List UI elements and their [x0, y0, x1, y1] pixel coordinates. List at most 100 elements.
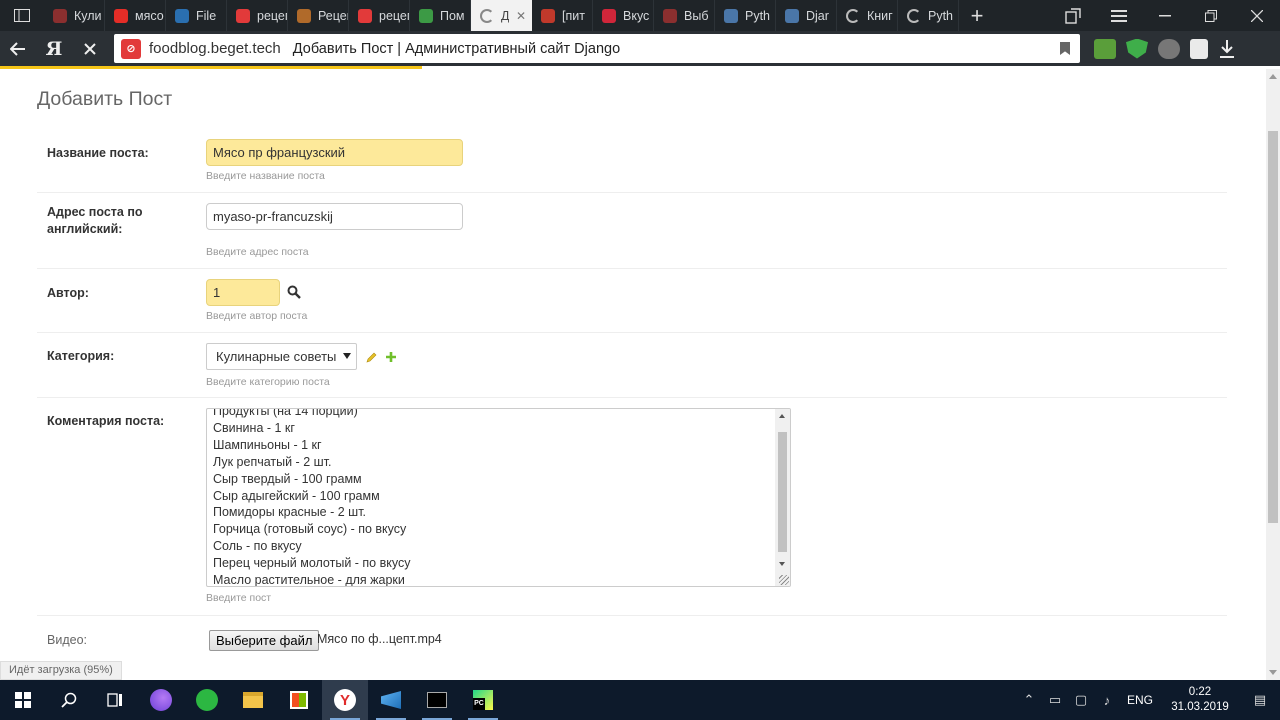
window-controls — [1050, 0, 1280, 31]
address-bar[interactable]: ⊘ foodblog.beget.tech Добавить Пост | Ад… — [114, 34, 1080, 63]
slug-label: Адрес поста по английский: — [47, 205, 143, 236]
title-input[interactable]: Мясо пр французский — [206, 139, 463, 166]
arrow-left-icon — [10, 41, 25, 56]
browser-tab[interactable]: File — [166, 0, 227, 31]
comment-line: Сыр твердый - 100 грамм — [213, 471, 362, 486]
back-button[interactable] — [0, 31, 36, 66]
form-row-title: Название поста: Мясо пр французский Введ… — [37, 132, 1227, 193]
scroll-up-icon[interactable] — [1269, 74, 1277, 79]
explorer-button[interactable] — [230, 680, 276, 720]
close-icon — [84, 42, 96, 55]
category-selected-value: Кулинарные советы — [216, 349, 337, 364]
tab-list-button[interactable] — [0, 0, 44, 31]
yandex-home-button[interactable]: Я — [36, 31, 72, 66]
language-indicator[interactable]: ENG — [1120, 693, 1160, 707]
store-button[interactable] — [276, 680, 322, 720]
browser-tab[interactable]: рецеп — [349, 0, 410, 31]
browser-tab[interactable]: Вкус — [593, 0, 654, 31]
resize-grip-icon[interactable] — [779, 575, 789, 585]
network-icon[interactable]: ▢ — [1068, 692, 1094, 708]
extensions-area — [1094, 38, 1240, 59]
power-icon[interactable]: ▭ — [1042, 692, 1068, 708]
browser-tab[interactable]: Pyth — [898, 0, 959, 31]
browser-tab[interactable]: Пом — [410, 0, 471, 31]
skull-icon — [53, 8, 67, 23]
downloads-icon[interactable] — [1218, 39, 1240, 59]
edit-pencil-icon[interactable] — [366, 351, 378, 363]
tabs-panel-icon — [14, 9, 30, 22]
chevron-down-icon — [343, 353, 351, 359]
scroll-down-icon[interactable] — [779, 562, 785, 566]
tab-title: мясо — [135, 8, 164, 23]
site-protect-icon[interactable]: ⊘ — [121, 38, 141, 59]
start-button[interactable] — [0, 680, 46, 720]
comment-line: Продукты (на 14 порции) — [213, 408, 358, 418]
volume-icon[interactable]: ♪ — [1094, 693, 1120, 708]
pycharm-button[interactable]: PC — [460, 680, 506, 720]
close-tab-icon[interactable]: ✕ — [516, 9, 532, 23]
share-button[interactable] — [1050, 7, 1096, 24]
shield-icon[interactable] — [1126, 38, 1148, 59]
search-icon[interactable] — [287, 285, 301, 299]
page-title: Добавить Пост — [37, 88, 173, 110]
tab-title: рецепт — [257, 8, 287, 23]
browser-tab[interactable]: Книг — [837, 0, 898, 31]
pocket-icon[interactable] — [1158, 38, 1180, 59]
browser-tab[interactable]: Djar — [776, 0, 837, 31]
alice-icon — [150, 689, 172, 711]
title-label: Название поста: — [47, 146, 149, 160]
browser-tab[interactable]: Выб — [654, 0, 715, 31]
video-label: Видео: — [47, 633, 87, 647]
menu-button[interactable] — [1096, 9, 1142, 22]
pycharm-icon: PC — [473, 690, 493, 710]
page-scroll-thumb[interactable] — [1268, 131, 1278, 523]
browser-tab[interactable]: мясо — [105, 0, 166, 31]
minimize-button[interactable] — [1142, 14, 1188, 17]
scroll-down-icon[interactable] — [1269, 670, 1277, 675]
comment-line: Лук репчатый - 2 шт. — [213, 454, 332, 469]
close-window-button[interactable] — [1234, 9, 1280, 22]
browser-tab[interactable]: Кули — [44, 0, 105, 31]
tab-title: Выб — [684, 8, 709, 23]
add-plus-icon[interactable] — [385, 351, 397, 363]
clock[interactable]: 0:22 31.03.2019 — [1160, 685, 1240, 715]
browser-tab[interactable]: Рецеп — [288, 0, 349, 31]
browser-tab[interactable]: Pyth — [715, 0, 776, 31]
tab-title: Пом — [440, 8, 465, 23]
notifications-icon[interactable]: ▤ — [1240, 692, 1280, 708]
loading-icon — [846, 8, 860, 23]
tab-list: КулимясоFileрецептРецепрецепПомД✕[питВку… — [44, 0, 959, 31]
textarea-scrollbar[interactable] — [775, 409, 790, 586]
chevron-up-icon[interactable]: ⌃ — [1016, 692, 1042, 708]
author-input[interactable]: 1 — [206, 279, 280, 306]
restore-button[interactable] — [1188, 9, 1234, 22]
browser-tab[interactable]: [пит — [532, 0, 593, 31]
stop-loading-button[interactable] — [72, 31, 108, 66]
page-scrollbar[interactable] — [1266, 69, 1280, 680]
alice-button[interactable] — [138, 680, 184, 720]
task-view-button[interactable] — [92, 680, 138, 720]
tab-title: Д — [501, 8, 509, 23]
terminal-button[interactable] — [414, 680, 460, 720]
clock-time: 0:22 — [1188, 686, 1212, 698]
chat-icon — [419, 8, 433, 23]
taskbar-search-button[interactable] — [46, 680, 92, 720]
browser-tab[interactable]: Д ✕ — [471, 0, 532, 31]
yandex-logo-icon: Я — [45, 37, 63, 60]
editor-button[interactable] — [368, 680, 414, 720]
comment-textarea[interactable]: Продукты (на 14 порции) Свинина - 1 кг Шам… — [206, 408, 791, 587]
bookmark-icon[interactable] — [1060, 42, 1070, 55]
yandex-browser-taskbar-button[interactable]: Y — [322, 680, 368, 720]
browser-tab[interactable]: рецепт — [227, 0, 288, 31]
comment-line: Горчица (готовый соус) - по вкусу — [213, 522, 407, 537]
choose-file-button[interactable]: Выберите файл — [209, 630, 320, 651]
textarea-scroll-thumb[interactable] — [778, 432, 787, 552]
whatsapp-button[interactable] — [184, 680, 230, 720]
screenshot-icon[interactable] — [1190, 38, 1208, 59]
scroll-up-icon[interactable] — [779, 414, 785, 418]
category-select[interactable]: Кулинарные советы — [206, 343, 357, 370]
slug-input[interactable]: myaso-pr-francuzskij — [206, 203, 463, 230]
extension-download-icon[interactable] — [1094, 38, 1116, 59]
new-tab-button[interactable]: + — [959, 0, 995, 31]
form-row-author: Автор: 1 Введите автор поста — [37, 269, 1227, 333]
